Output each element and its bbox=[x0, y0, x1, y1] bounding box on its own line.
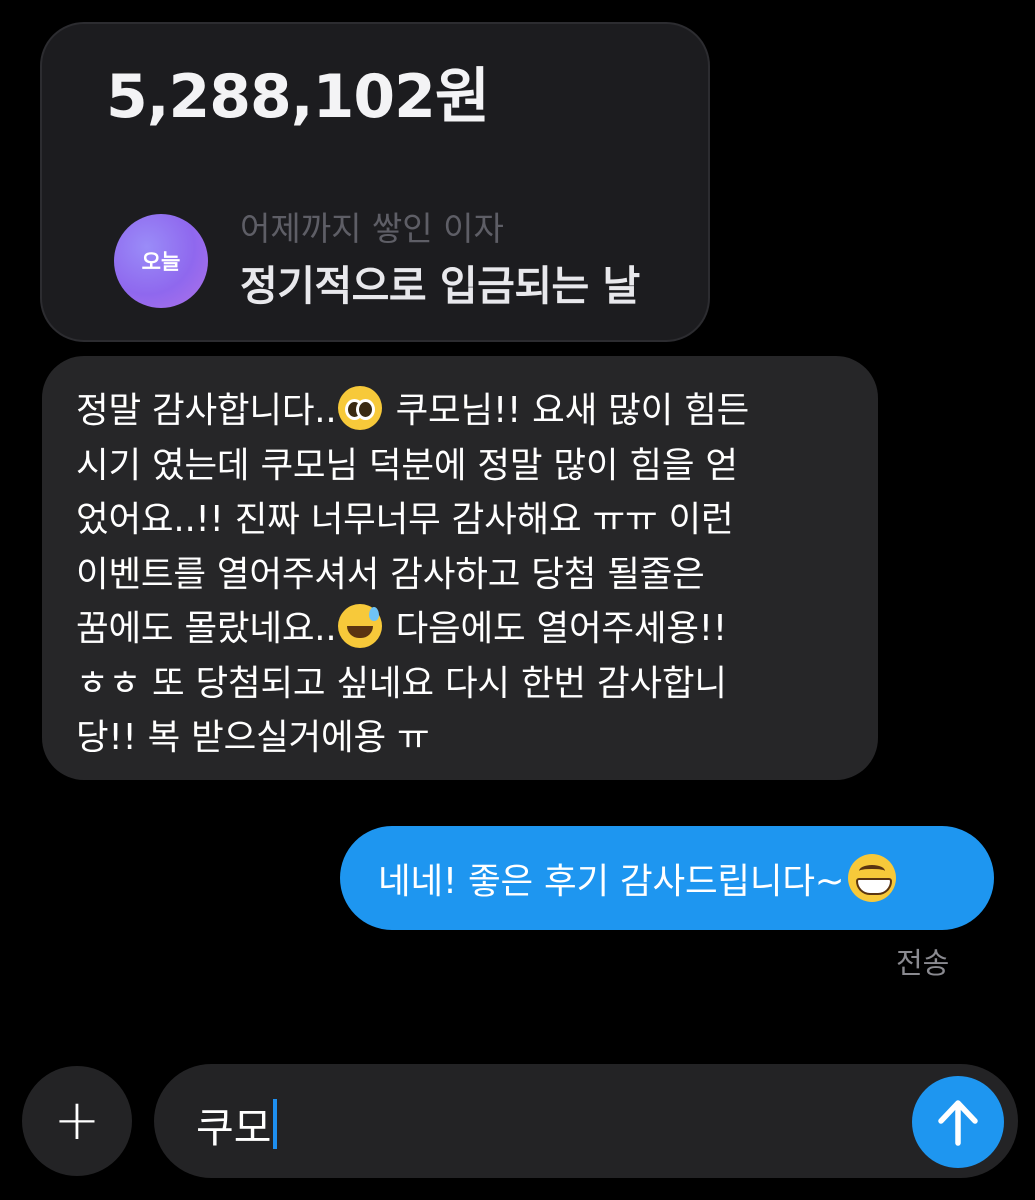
pleading-face-emoji-icon bbox=[338, 386, 383, 430]
messages-screen: 5,288,102원 오늘 어제까지 쌓인 이자 정기적으로 입금되는 날 정말… bbox=[0, 0, 1035, 1200]
message-input[interactable]: 쿠모 bbox=[154, 1064, 1018, 1178]
today-avatar-label: 오늘 bbox=[141, 250, 181, 274]
grinning-face-emoji-icon bbox=[848, 854, 897, 902]
message-line: 시기 였는데 쿠모님 덕분에 정말 많이 힘을 얻 bbox=[76, 444, 738, 486]
received-message-bubble[interactable]: 정말 감사합니다.. 쿠모님!! 요새 많이 힘든 시기 였는데 쿠모님 덕분에… bbox=[42, 356, 878, 780]
plus-icon: + bbox=[53, 1088, 101, 1153]
message-input-value: 쿠모 bbox=[196, 1104, 272, 1152]
message-line-text: 정말 감사합니다.. bbox=[76, 390, 337, 431]
sent-message-bubble[interactable]: 네네! 좋은 후기 감사드립니다~ bbox=[340, 826, 994, 930]
message-line: 당!! 복 받으실거에용 ㅠ bbox=[76, 717, 430, 758]
balance-amount: 5,288,102원 bbox=[106, 62, 490, 132]
delivery-status: 전송 bbox=[896, 946, 950, 980]
today-avatar: 오늘 bbox=[114, 214, 208, 308]
message-line: ㅎㅎ 또 당첨되고 싶네요 다시 한번 감사합니 bbox=[76, 662, 727, 704]
interest-caption: 어제까지 쌓인 이자 bbox=[240, 209, 504, 248]
grinning-sweat-emoji-icon bbox=[338, 604, 383, 648]
text-cursor bbox=[273, 1099, 278, 1149]
image-attachment[interactable]: 5,288,102원 오늘 어제까지 쌓인 이자 정기적으로 입금되는 날 bbox=[40, 22, 710, 342]
message-line: 었어요..!! 진짜 너무너무 감사해요 ㅠㅠ 이런 bbox=[76, 499, 734, 540]
deposit-title: 정기적으로 입금되는 날 bbox=[240, 262, 640, 310]
message-line: 이벤트를 열어주셔서 감사하고 당첨 될줄은 bbox=[76, 553, 705, 595]
send-button[interactable] bbox=[912, 1076, 1004, 1168]
arrow-up-icon bbox=[938, 1100, 978, 1146]
message-line: 꿈에도 몰랐네요.. 다음에도 열어주세용!! bbox=[76, 602, 844, 657]
message-input-value-wrap: 쿠모 bbox=[196, 1094, 278, 1154]
message-line-text: 다음에도 열어주세용!! bbox=[395, 608, 727, 649]
message-line: 정말 감사합니다.. 쿠모님!! 요새 많이 힘든 bbox=[76, 384, 844, 439]
message-line-text: 꿈에도 몰랐네요.. bbox=[76, 608, 337, 649]
add-attachment-button[interactable]: + bbox=[22, 1066, 132, 1176]
sent-message-text: 네네! 좋은 후기 감사드립니다~ bbox=[378, 860, 845, 902]
message-line-text: 쿠모님!! 요새 많이 힘든 bbox=[395, 390, 750, 431]
